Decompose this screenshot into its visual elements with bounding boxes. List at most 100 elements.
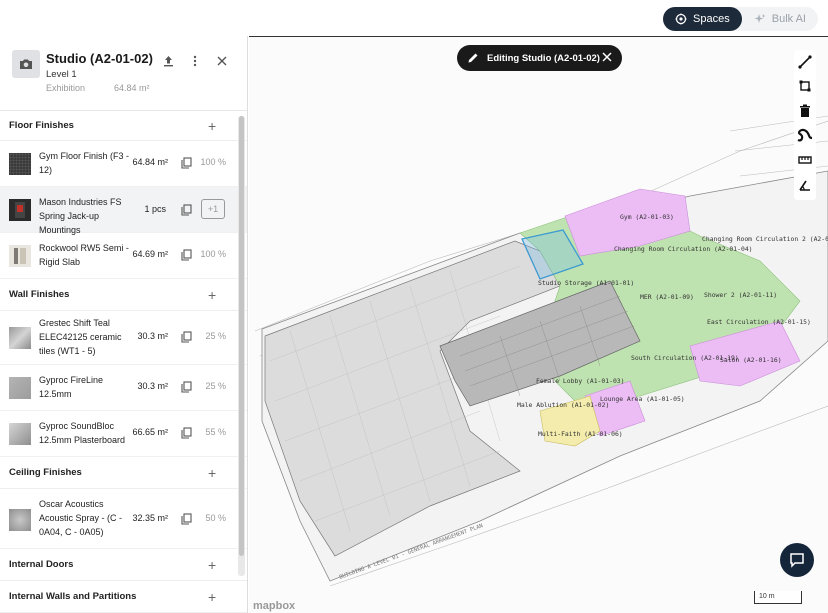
list-item[interactable]: Rockwool RW5 Semi - Rigid Slab 64.69 m² … (0, 233, 247, 279)
wall-finishes-section: Wall Finishes + (0, 279, 247, 311)
copy-icon[interactable] (181, 381, 192, 393)
add-internal-wall-button[interactable]: + (208, 590, 216, 604)
material-thumbnail (9, 423, 31, 445)
space-level: Level 1 (46, 69, 77, 80)
material-quantity: 64.69 m² (132, 249, 168, 259)
material-thumbnail (9, 377, 31, 399)
close-icon (602, 52, 612, 62)
map-toolbar (794, 50, 816, 200)
upload-icon (163, 56, 173, 67)
upload-button[interactable] (161, 54, 175, 68)
space-title: Studio (A2-01-02) (46, 51, 153, 66)
editing-label: Editing Studio (A2-01-02) (487, 52, 600, 64)
mode-toggle: Spaces Bulk AI (663, 7, 818, 31)
material-quantity: 32.35 m² (132, 513, 168, 523)
room-label: Female Lobby (A1-01-03) (536, 377, 625, 385)
space-photo[interactable] (12, 50, 40, 78)
trash-icon[interactable] (798, 104, 812, 118)
material-quantity: 30.3 m² (137, 331, 168, 341)
close-icon (217, 56, 227, 66)
room-label: Multi-Faith (A1-01-06) (538, 430, 623, 438)
section-title: Floor Finishes (9, 120, 74, 131)
list-item[interactable]: Gyproc FireLine 12.5mm 30.3 m² 25 % (0, 365, 247, 411)
room-label: Changing Room Circulation 2 (A2-01-08) (702, 235, 828, 243)
space-category: Exhibition (46, 83, 86, 93)
section-title: Internal Walls and Partitions (9, 591, 137, 602)
add-floor-finish-button[interactable]: + (208, 119, 216, 133)
copy-icon[interactable] (181, 157, 192, 169)
room-label: Shower 2 (A2-01-11) (704, 291, 777, 299)
room-label: Salon (A2-01-16) (720, 356, 782, 364)
list-item[interactable]: Gyproc SoundBloc 12.5mm Plasterboard 66.… (0, 411, 247, 457)
angle-measure-icon[interactable] (798, 178, 812, 192)
internal-walls-section: Internal Walls and Partitions + (0, 581, 247, 613)
add-internal-door-button[interactable]: + (208, 558, 216, 572)
material-name: Mason Industries FS Spring Jack-up Mount… (39, 197, 122, 235)
material-percentage[interactable]: 100 % (196, 249, 226, 259)
editing-banner: Editing Studio (A2-01-02) (457, 45, 622, 71)
close-panel-button[interactable] (215, 54, 229, 68)
material-thumbnail (9, 199, 31, 221)
freehand-draw-icon[interactable] (796, 126, 814, 144)
material-percentage[interactable]: 50 % (196, 513, 226, 523)
room-label: MER (A2-01-09) (640, 293, 694, 301)
mapbox-logo-text: mapbox (253, 600, 296, 612)
spaces-icon (675, 13, 687, 25)
copy-icon[interactable] (181, 427, 192, 439)
chat-button[interactable] (780, 543, 814, 577)
spaces-label: Spaces (693, 13, 730, 25)
sparkle-icon (754, 14, 766, 23)
mapbox-logo: mapbox (253, 600, 295, 612)
section-title: Internal Doors (9, 559, 74, 570)
draw-line-icon[interactable] (798, 55, 812, 69)
room-label: East Circulation (A2-01-15) (707, 318, 811, 326)
material-percentage[interactable]: 100 % (196, 157, 226, 167)
room-label: Changing Room Circulation (A2-01-04) (614, 245, 753, 253)
material-percentage[interactable]: 55 % (196, 427, 226, 437)
material-quantity: 66.65 m² (132, 427, 168, 437)
material-percentage[interactable]: 25 % (196, 381, 226, 391)
material-quantity: 30.3 m² (137, 381, 168, 391)
add-ceiling-finish-button[interactable]: + (208, 466, 216, 480)
list-item[interactable]: Oscar Acoustics Acoustic Spray - (C - 0A… (0, 489, 247, 549)
bulk-ai-toggle-button[interactable]: Bulk AI (742, 7, 818, 31)
material-quantity: 1 pcs (144, 204, 166, 214)
copy-icon[interactable] (181, 249, 192, 261)
material-thumbnail (9, 245, 31, 267)
more-options-button[interactable] (188, 54, 202, 68)
pencil-icon (468, 53, 478, 63)
copy-icon[interactable] (181, 513, 192, 525)
floor-plan-map[interactable]: Gym (A2-01-03) Changing Room Circulation… (249, 36, 828, 613)
spaces-toggle-button[interactable]: Spaces (663, 7, 742, 31)
top-bar: Spaces Bulk AI (0, 0, 828, 36)
chat-icon (790, 553, 804, 568)
list-item[interactable]: Gym Floor Finish (F3 - 12) 64.84 m² 100 … (0, 141, 247, 187)
section-title: Ceiling Finishes (9, 467, 82, 478)
add-wall-finish-button[interactable]: + (208, 288, 216, 302)
ruler-icon[interactable] (798, 153, 812, 167)
draw-polygon-icon[interactable] (798, 79, 812, 93)
space-details-panel: Studio (A2-01-02) Level 1 Exhibition 64.… (0, 36, 248, 613)
camera-icon (20, 59, 32, 69)
copy-icon[interactable] (181, 204, 192, 216)
material-name: Grestec Shift Teal ELEC42125 ceramic til… (39, 318, 122, 356)
material-quantity: 64.84 m² (132, 157, 168, 167)
internal-doors-section: Internal Doors + (0, 549, 247, 581)
panel-scrollbar[interactable] (238, 116, 245, 576)
ceiling-finishes-section: Ceiling Finishes + (0, 457, 247, 489)
exit-editing-button[interactable] (602, 50, 612, 65)
room-label: Lounge Area (A1-01-05) (600, 395, 685, 403)
bulk-ai-label: Bulk AI (771, 13, 806, 25)
material-name: Oscar Acoustics Acoustic Spray - (C - 0A… (39, 499, 123, 537)
floor-plan-drawing: Gym (A2-01-03) Changing Room Circulation… (254, 115, 828, 587)
space-header: Studio (A2-01-02) Level 1 Exhibition 64.… (0, 36, 247, 111)
room-label: Studio Storage (A1-01-01) (538, 279, 634, 287)
section-title: Wall Finishes (9, 289, 70, 300)
copy-icon[interactable] (181, 331, 192, 343)
material-thumbnail (9, 327, 31, 349)
quantity-increment-box[interactable]: +1 (201, 199, 225, 219)
scrollbar-thumb[interactable] (239, 116, 244, 556)
list-item[interactable]: Mason Industries FS Spring Jack-up Mount… (0, 187, 247, 235)
list-item[interactable]: Grestec Shift Teal ELEC42125 ceramic til… (0, 311, 247, 365)
material-percentage[interactable]: 25 % (196, 331, 226, 341)
